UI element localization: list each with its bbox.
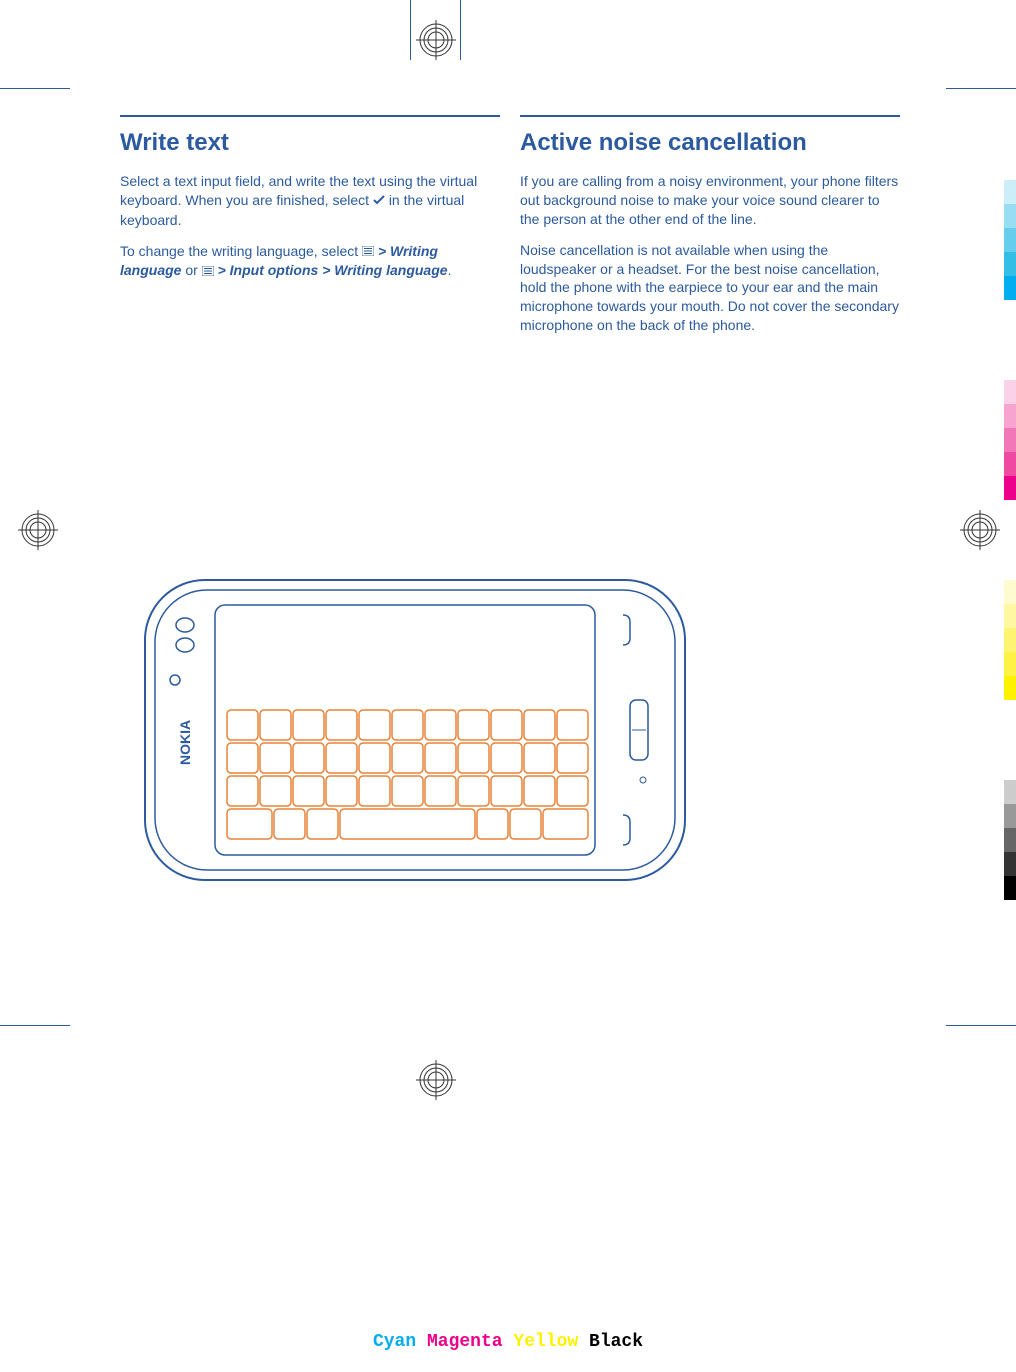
heading-noise-cancellation: Active noise cancellation <box>520 129 900 157</box>
color-calibration-strip <box>1004 780 1016 900</box>
menu-icon <box>202 262 214 281</box>
paragraph-text: To change the writing language, select >… <box>120 242 500 281</box>
color-label-magenta: Magenta <box>427 1332 503 1352</box>
paragraph-text: Noise cancellation is not available when… <box>520 241 900 335</box>
registration-mark-icon <box>416 1060 456 1100</box>
column-write-text: Write text Select a text input field, an… <box>120 115 500 347</box>
registration-mark-icon <box>18 510 58 550</box>
heading-write-text: Write text <box>120 129 500 157</box>
column-noise-cancellation: Active noise cancellation If you are cal… <box>520 115 900 347</box>
phone-brand-label: NOKIA <box>177 720 193 765</box>
color-calibration-strip <box>1004 380 1016 500</box>
color-label-black: Black <box>589 1332 643 1352</box>
registration-mark-icon <box>416 20 456 60</box>
registration-mark-icon <box>960 510 1000 550</box>
color-calibration-strip <box>1004 180 1016 300</box>
print-color-names: Cyan Magenta Yellow Black <box>0 1332 1016 1352</box>
color-label-cyan: Cyan <box>373 1332 416 1352</box>
color-calibration-strip <box>1004 580 1016 700</box>
paragraph-text: Select a text input field, and write the… <box>120 172 500 230</box>
color-label-yellow: Yellow <box>513 1332 578 1352</box>
checkmark-icon <box>373 192 385 211</box>
phone-illustration: NOKIA <box>135 570 695 890</box>
page-content: Write text Select a text input field, an… <box>120 115 900 347</box>
menu-icon <box>362 242 374 261</box>
paragraph-text: If you are calling from a noisy environm… <box>520 172 900 229</box>
